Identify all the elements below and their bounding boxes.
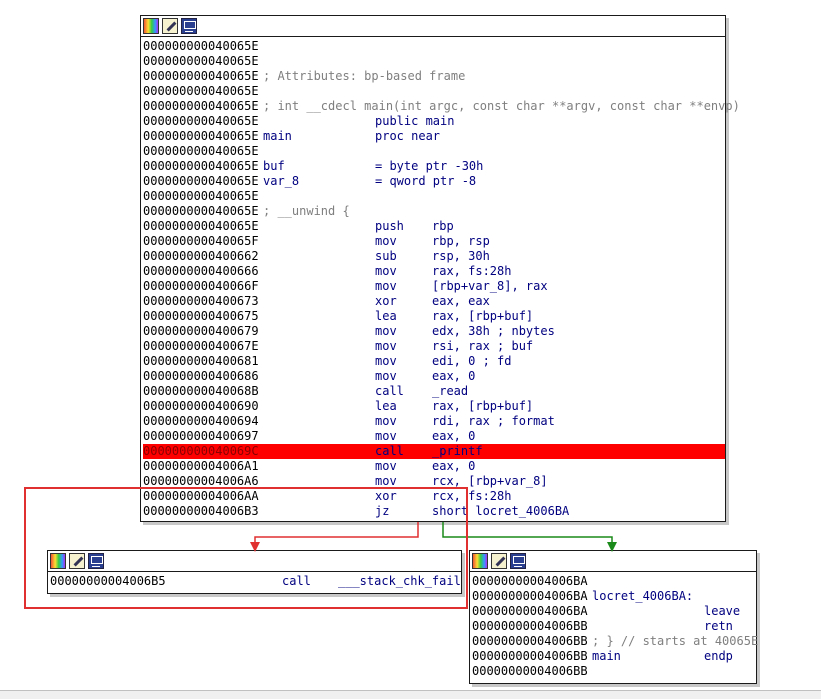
edge-true-arrowhead <box>607 542 617 552</box>
edge-true-branch[interactable] <box>442 522 613 547</box>
selection-highlight-box <box>24 487 468 609</box>
